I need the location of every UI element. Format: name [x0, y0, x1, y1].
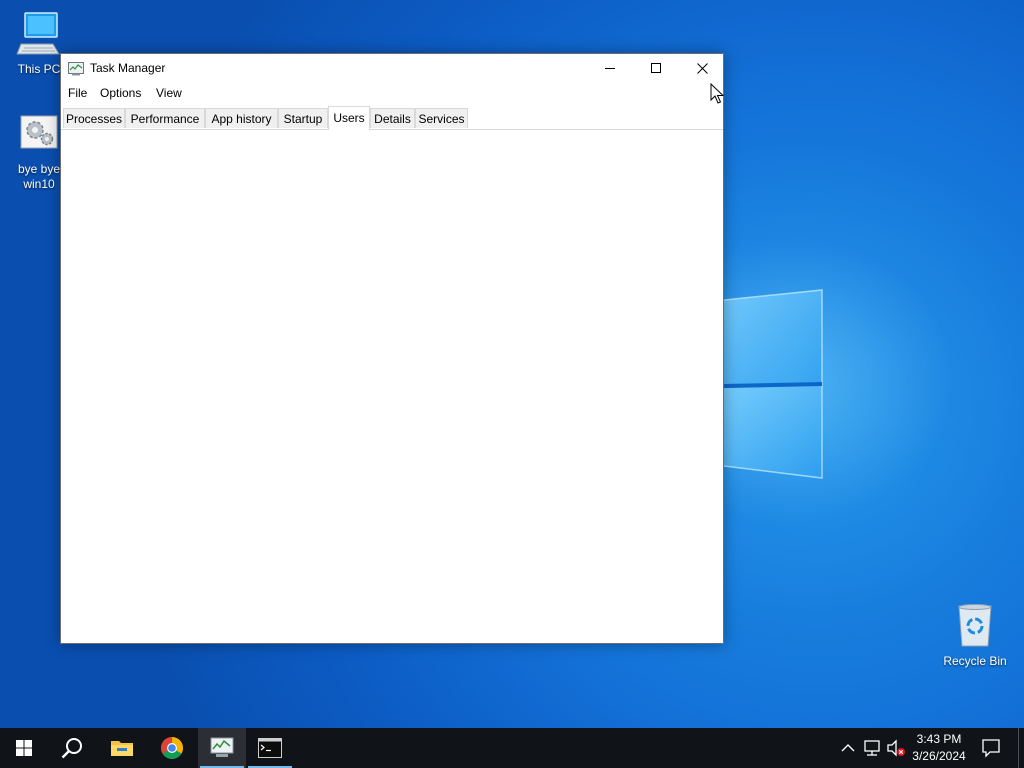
taskbar: 3:43 PM 3/26/2024 [0, 728, 1024, 768]
title-bar[interactable]: Task Manager [61, 54, 723, 83]
menu-file[interactable]: File [68, 86, 87, 100]
minimize-button[interactable] [587, 54, 633, 83]
desktop-icon-label: bye bye win10 [17, 162, 61, 191]
tab-app-history[interactable]: App history [205, 108, 278, 128]
tab-processes[interactable]: Processes [63, 108, 125, 128]
chrome-icon [161, 737, 183, 759]
menu-options[interactable]: Options [100, 86, 141, 100]
clock-time: 3:43 PM [916, 732, 962, 746]
mouse-cursor-icon [710, 83, 724, 104]
close-icon [697, 63, 708, 74]
minimize-icon [605, 68, 615, 69]
maximize-icon [651, 63, 661, 73]
computer-icon [16, 12, 60, 55]
window-title: Task Manager [90, 61, 166, 75]
task-manager-icon [210, 737, 234, 757]
gears-settings-icon [20, 115, 58, 149]
show-desktop-button[interactable] [1018, 728, 1024, 768]
clock-date: 3/26/2024 [912, 749, 966, 763]
taskbar-clock[interactable]: 3:43 PM 3/26/2024 [906, 731, 972, 765]
tab-services[interactable]: Services [415, 108, 468, 128]
taskbar-command-prompt[interactable] [246, 728, 294, 768]
network-icon[interactable] [862, 738, 882, 758]
show-hidden-icons-chevron-up-icon[interactable] [838, 738, 858, 758]
menu-bar: File Options View [61, 83, 723, 103]
command-prompt-icon [258, 738, 282, 758]
desktop-icon-label: Recycle Bin [943, 654, 1007, 668]
tab-startup[interactable]: Startup [278, 108, 328, 128]
task-manager-window: Task Manager File Options View Processes… [60, 53, 724, 644]
maximize-button[interactable] [633, 54, 679, 83]
start-button[interactable] [0, 728, 48, 768]
tab-performance[interactable]: Performance [125, 108, 205, 128]
taskbar-task-manager[interactable] [198, 728, 246, 768]
close-button[interactable] [679, 54, 725, 83]
taskbar-file-explorer[interactable] [98, 728, 146, 768]
recycle-bin-icon [958, 604, 992, 647]
tab-details[interactable]: Details [370, 108, 415, 128]
taskbar-chrome[interactable] [148, 728, 196, 768]
volume-muted-icon[interactable] [886, 738, 906, 758]
search-icon [61, 738, 82, 759]
file-explorer-icon [111, 741, 133, 756]
action-center-notification-icon[interactable] [978, 736, 1004, 760]
tab-strip: Processes Performance App history Startu… [61, 106, 723, 130]
menu-view[interactable]: View [156, 86, 182, 100]
search-button[interactable] [48, 728, 96, 768]
tab-users[interactable]: Users [328, 106, 370, 130]
start-icon [16, 740, 32, 756]
task-manager-icon [68, 62, 84, 76]
users-tab-content [61, 130, 723, 643]
desktop-icon-recycle-bin[interactable]: Recycle Bin [936, 602, 1014, 669]
